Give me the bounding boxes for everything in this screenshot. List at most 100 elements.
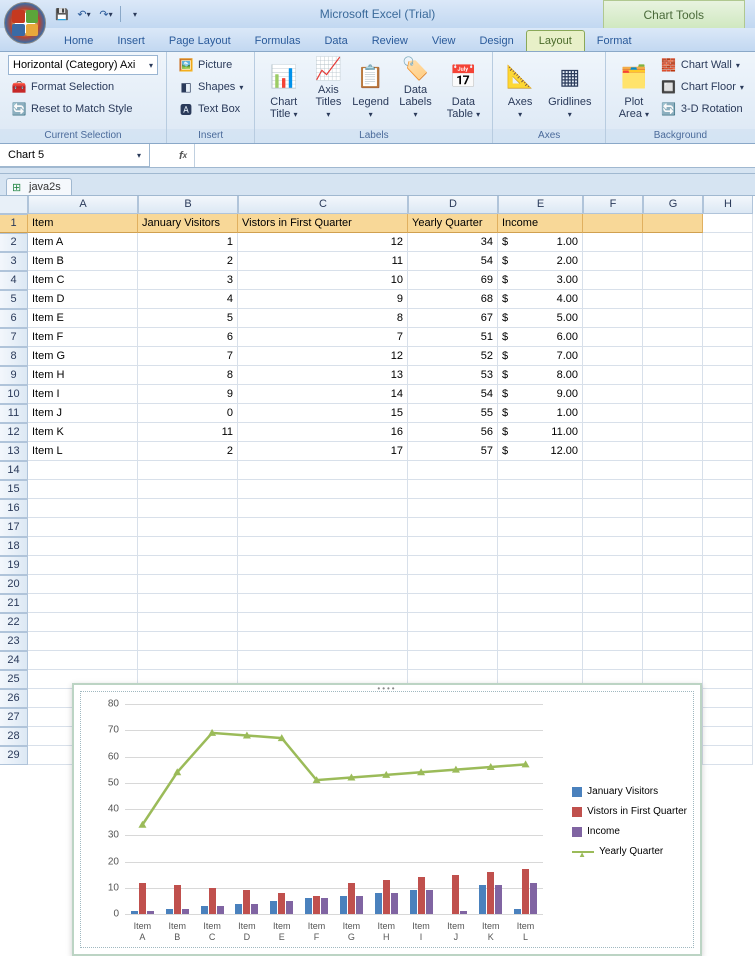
cell[interactable] xyxy=(583,499,643,518)
cell[interactable]: Item F xyxy=(28,328,138,347)
tab-home[interactable]: Home xyxy=(52,31,105,51)
fx-icon[interactable]: fx xyxy=(172,144,194,167)
cell[interactable]: 17 xyxy=(238,442,408,461)
cell[interactable]: Item K xyxy=(28,423,138,442)
redo-icon[interactable]: ↷▾ xyxy=(96,4,116,24)
row-header-2[interactable]: 2 xyxy=(0,233,28,252)
cell[interactable]: 11 xyxy=(138,423,238,442)
row-header-8[interactable]: 8 xyxy=(0,347,28,366)
axes-button[interactable]: 📐Axes ▾ xyxy=(499,55,540,123)
cell[interactable] xyxy=(643,366,703,385)
cell[interactable] xyxy=(703,290,753,309)
cell[interactable] xyxy=(643,518,703,537)
chart-wall-button[interactable]: 🧱Chart Wall ▾ xyxy=(658,55,747,75)
row-header-11[interactable]: 11 xyxy=(0,404,28,423)
cell[interactable] xyxy=(583,252,643,271)
cell[interactable]: $12.00 xyxy=(498,442,583,461)
undo-icon[interactable]: ↶▾ xyxy=(74,4,94,24)
cell[interactable]: 53 xyxy=(408,366,498,385)
cell[interactable]: $2.00 xyxy=(498,252,583,271)
cell[interactable]: Income xyxy=(498,214,583,233)
cell[interactable] xyxy=(28,518,138,537)
cell[interactable] xyxy=(583,442,643,461)
cell[interactable] xyxy=(238,632,408,651)
cell[interactable]: Item G xyxy=(28,347,138,366)
row-header-20[interactable]: 20 xyxy=(0,575,28,594)
cell[interactable] xyxy=(703,613,753,632)
cell[interactable] xyxy=(238,613,408,632)
cell[interactable] xyxy=(703,670,753,689)
reset-to-match-style-button[interactable]: 🔄Reset to Match Style xyxy=(8,99,158,119)
cell[interactable] xyxy=(703,594,753,613)
cell[interactable] xyxy=(408,594,498,613)
cell[interactable]: Vistors in First Quarter xyxy=(238,214,408,233)
col-header-D[interactable]: D xyxy=(408,196,498,214)
cell[interactable] xyxy=(703,746,753,765)
cell[interactable] xyxy=(138,499,238,518)
data-labels-button[interactable]: 🏷️Data Labels ▾ xyxy=(391,55,441,123)
cell[interactable]: 55 xyxy=(408,404,498,423)
cell[interactable] xyxy=(238,499,408,518)
cell[interactable] xyxy=(238,575,408,594)
tab-layout[interactable]: Layout xyxy=(526,30,585,51)
cell[interactable] xyxy=(138,575,238,594)
cell[interactable] xyxy=(703,309,753,328)
row-header-16[interactable]: 16 xyxy=(0,499,28,518)
cell[interactable]: 69 xyxy=(408,271,498,290)
row-header-14[interactable]: 14 xyxy=(0,461,28,480)
cell[interactable] xyxy=(408,632,498,651)
row-header-26[interactable]: 26 xyxy=(0,689,28,708)
tab-insert[interactable]: Insert xyxy=(105,31,157,51)
cell[interactable]: 67 xyxy=(408,309,498,328)
data-table-button[interactable]: 📅Data Table ▾ xyxy=(440,55,486,123)
cell[interactable]: 9 xyxy=(238,290,408,309)
cell[interactable] xyxy=(643,423,703,442)
cell[interactable] xyxy=(583,328,643,347)
cell[interactable]: 13 xyxy=(238,366,408,385)
gridlines-button[interactable]: ▦Gridlines ▾ xyxy=(541,55,599,123)
row-header-23[interactable]: 23 xyxy=(0,632,28,651)
cell[interactable]: 68 xyxy=(408,290,498,309)
row-header-5[interactable]: 5 xyxy=(0,290,28,309)
cell[interactable]: $6.00 xyxy=(498,328,583,347)
tab-view[interactable]: View xyxy=(420,31,468,51)
cell[interactable] xyxy=(408,499,498,518)
cell[interactable] xyxy=(28,499,138,518)
cell[interactable] xyxy=(583,575,643,594)
cell[interactable] xyxy=(498,651,583,670)
cell[interactable]: 52 xyxy=(408,347,498,366)
cell[interactable] xyxy=(28,461,138,480)
cell[interactable]: Item H xyxy=(28,366,138,385)
cell[interactable] xyxy=(643,575,703,594)
row-header-4[interactable]: 4 xyxy=(0,271,28,290)
cell[interactable] xyxy=(238,556,408,575)
cell[interactable] xyxy=(408,518,498,537)
cell[interactable]: Item D xyxy=(28,290,138,309)
cell[interactable] xyxy=(238,537,408,556)
cell[interactable] xyxy=(703,328,753,347)
cell[interactable]: 9 xyxy=(138,385,238,404)
cell[interactable] xyxy=(238,594,408,613)
cell[interactable] xyxy=(138,651,238,670)
tab-formulas[interactable]: Formulas xyxy=(243,31,313,51)
cell[interactable] xyxy=(583,309,643,328)
cell[interactable]: 57 xyxy=(408,442,498,461)
cell[interactable] xyxy=(138,461,238,480)
col-header-F[interactable]: F xyxy=(583,196,643,214)
cell[interactable] xyxy=(643,252,703,271)
cell[interactable] xyxy=(583,214,643,233)
cell[interactable]: 7 xyxy=(238,328,408,347)
cell[interactable] xyxy=(703,632,753,651)
cell[interactable]: Yearly Quarter xyxy=(408,214,498,233)
cell[interactable] xyxy=(703,385,753,404)
tab-review[interactable]: Review xyxy=(360,31,420,51)
cell[interactable] xyxy=(643,594,703,613)
cell[interactable]: Item J xyxy=(28,404,138,423)
cell[interactable] xyxy=(643,461,703,480)
cell[interactable]: 34 xyxy=(408,233,498,252)
cell[interactable]: Item B xyxy=(28,252,138,271)
cell[interactable] xyxy=(643,214,703,233)
cell[interactable]: 56 xyxy=(408,423,498,442)
cell[interactable]: $1.00 xyxy=(498,233,583,252)
cell[interactable] xyxy=(408,613,498,632)
